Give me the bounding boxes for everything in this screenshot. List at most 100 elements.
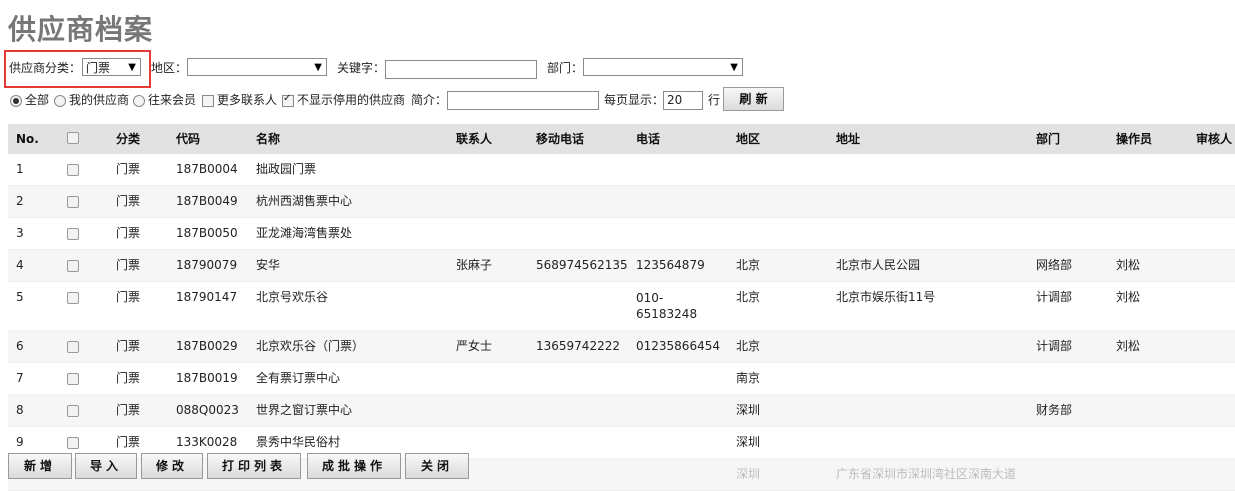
cell-category: 门票 xyxy=(116,290,141,304)
cell-no: 1 xyxy=(16,162,24,176)
cell-no: 4 xyxy=(16,258,24,272)
filter-row: 供应商分类： 门票 ▼ 地区： ▼ 关键字： 部门： ▼ xyxy=(0,58,1235,82)
cell-name: 全有票订票中心 xyxy=(256,371,341,385)
cell-dept: 计调部 xyxy=(1036,290,1073,304)
print-list-button[interactable]: 打印列表 xyxy=(207,453,301,479)
batch-operation-button[interactable]: 成批操作 xyxy=(307,453,401,479)
col-dept: 部门 xyxy=(1036,132,1061,146)
cell-category: 门票 xyxy=(116,371,141,385)
per-page-input[interactable]: 20 xyxy=(663,91,703,110)
cell-category: 门票 xyxy=(116,258,141,272)
options-row: 全部 我的供应商 往来会员 更多联系人 不显示停用的供应商 简介： 每页显示： … xyxy=(0,87,1235,112)
dropdown-arrow-icon: ▼ xyxy=(314,62,322,73)
cell-phone: 123564879 xyxy=(636,258,705,272)
cell-code: 187B0019 xyxy=(176,371,238,385)
table-row[interactable]: 5 门票 18790147 北京号欢乐谷 010-65183248 北京 北京市… xyxy=(8,282,1235,331)
row-checkbox[interactable] xyxy=(67,164,79,176)
mine-label: 我的供应商 xyxy=(69,93,130,107)
row-checkbox[interactable] xyxy=(67,292,79,304)
cell-code: 187B0004 xyxy=(176,162,238,176)
dropdown-arrow-icon: ▼ xyxy=(730,62,738,73)
cell-dept: 财务部 xyxy=(1036,403,1073,417)
row-checkbox[interactable] xyxy=(67,260,79,272)
dept-select[interactable]: ▼ xyxy=(583,58,743,76)
cell-category: 门票 xyxy=(116,162,141,176)
cell-operator: 刘松 xyxy=(1116,339,1141,353)
cell-name: 北京号欢乐谷 xyxy=(256,290,329,304)
action-bar: 新增 导入 修改 打印列表 成批操作 关闭 xyxy=(0,453,1235,479)
cell-name: 世界之窗订票中心 xyxy=(256,403,353,417)
col-operator: 操作员 xyxy=(1116,132,1153,146)
cell-name: 北京欢乐谷（门票） xyxy=(256,339,365,353)
cell-name: 杭州西湖售票中心 xyxy=(256,194,353,208)
cell-operator: 刘松 xyxy=(1116,258,1141,272)
import-button[interactable]: 导入 xyxy=(75,453,137,479)
cell-mobile: 568974562135 xyxy=(536,258,628,272)
refresh-button[interactable]: 刷 新 xyxy=(723,87,784,111)
row-checkbox[interactable] xyxy=(67,228,79,240)
select-all-checkbox[interactable] xyxy=(67,132,79,144)
cell-operator: 刘松 xyxy=(1116,290,1141,304)
cell-code: 18790147 xyxy=(176,290,238,304)
dept-label: 部门： xyxy=(547,61,584,75)
cell-name: 安华 xyxy=(256,258,281,272)
region-select[interactable]: ▼ xyxy=(187,58,327,76)
col-category: 分类 xyxy=(116,132,141,146)
table-row[interactable]: 7 门票 187B0019 全有票订票中心 南京 xyxy=(8,363,1235,395)
cell-contact: 严女士 xyxy=(456,339,493,353)
category-select[interactable]: 门票 ▼ xyxy=(82,58,141,76)
cell-code: 18790079 xyxy=(176,258,238,272)
intro-input[interactable] xyxy=(447,91,599,110)
row-checkbox[interactable] xyxy=(67,196,79,208)
cell-no: 7 xyxy=(16,371,24,385)
cell-phone: 010-65183248 xyxy=(636,291,698,321)
row-checkbox[interactable] xyxy=(67,373,79,385)
edit-button[interactable]: 修改 xyxy=(141,453,203,479)
all-label: 全部 xyxy=(25,93,50,107)
table-row[interactable]: 2 门票 187B0049 杭州西湖售票中心 xyxy=(8,186,1235,218)
mine-radio[interactable] xyxy=(54,95,66,107)
table-row[interactable]: 8 门票 088Q0023 世界之窗订票中心 深圳 财务部 xyxy=(8,395,1235,427)
col-address: 地址 xyxy=(836,132,861,146)
cell-address: 北京市人民公园 xyxy=(836,258,921,272)
table-row[interactable]: 1 门票 187B0004 拙政园门票 xyxy=(8,154,1235,186)
cell-name: 亚龙滩海湾售票处 xyxy=(256,226,353,240)
cell-category: 门票 xyxy=(116,403,141,417)
col-region: 地区 xyxy=(736,132,761,146)
cell-code: 187B0049 xyxy=(176,194,238,208)
all-radio[interactable] xyxy=(10,95,22,107)
cell-category: 门票 xyxy=(116,226,141,240)
table-row[interactable]: 3 门票 187B0050 亚龙滩海湾售票处 xyxy=(8,218,1235,250)
row-checkbox[interactable] xyxy=(67,341,79,353)
cell-no: 6 xyxy=(16,339,24,353)
per-page-label: 每页显示： xyxy=(604,93,665,107)
page-title: 供应商档案 xyxy=(8,13,154,46)
row-checkbox[interactable] xyxy=(67,405,79,417)
col-mobile: 移动电话 xyxy=(536,132,585,146)
cell-code: 187B0029 xyxy=(176,339,238,353)
cell-phone: 01235866454 xyxy=(636,339,720,353)
more-contacts-label: 更多联系人 xyxy=(217,93,278,107)
cell-region: 北京 xyxy=(736,339,761,353)
cell-dept: 计调部 xyxy=(1036,339,1073,353)
hide-disabled-label: 不显示停用的供应商 xyxy=(297,93,406,107)
more-contacts-checkbox[interactable] xyxy=(202,95,214,107)
table-row[interactable]: 6 门票 187B0029 北京欢乐谷（门票） 严女士 13659742222 … xyxy=(8,331,1235,363)
row-checkbox[interactable] xyxy=(67,437,79,449)
supplier-table: No. 分类 代码 名称 联系人 移动电话 电话 地区 地址 部门 操作员 审核… xyxy=(8,124,1235,491)
cell-no: 5 xyxy=(16,290,24,304)
past-radio[interactable] xyxy=(133,95,145,107)
hide-disabled-checkbox[interactable] xyxy=(282,93,294,107)
cell-region: 南京 xyxy=(736,371,761,385)
col-no: No. xyxy=(16,132,39,146)
cell-no: 2 xyxy=(16,194,24,208)
cell-mobile: 13659742222 xyxy=(536,339,620,353)
category-label: 供应商分类： xyxy=(9,61,82,75)
cell-no: 8 xyxy=(16,403,24,417)
cell-no: 3 xyxy=(16,226,24,240)
cell-region: 深圳 xyxy=(736,403,761,417)
table-row[interactable]: 4 门票 18790079 安华 张麻子 568974562135 123564… xyxy=(8,250,1235,282)
keyword-input[interactable] xyxy=(385,60,537,79)
close-button[interactable]: 关闭 xyxy=(405,453,469,479)
add-button[interactable]: 新增 xyxy=(8,453,72,479)
